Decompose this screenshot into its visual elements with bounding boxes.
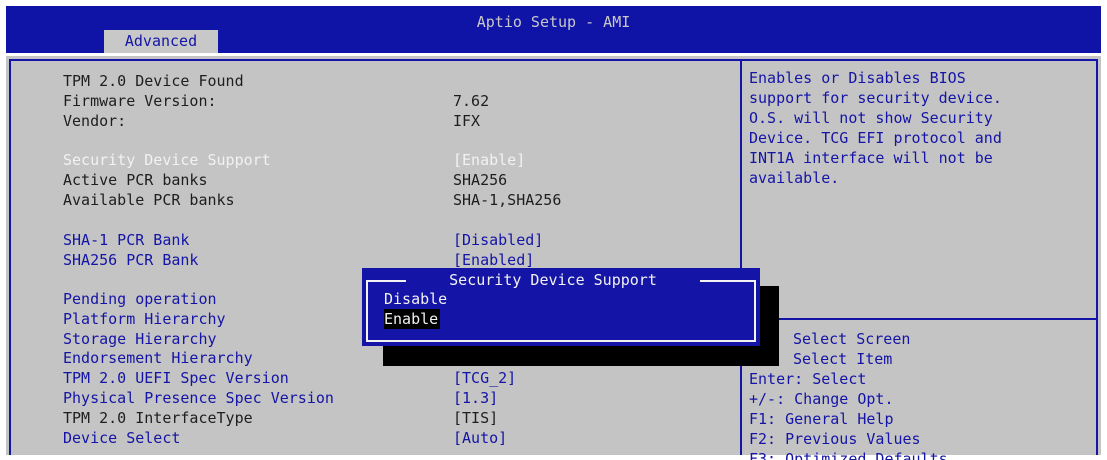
setting-label: SHA-1 PCR Bank (63, 231, 190, 249)
setting-label: Active PCR banks (63, 171, 208, 189)
key-select-item: Select Item (793, 350, 893, 368)
setting-label: Firmware Version: (63, 92, 217, 110)
setting-value[interactable]: [Disabled] (453, 230, 543, 250)
setting-label: Device Select (63, 429, 181, 447)
key-general-help: F1: General Help (749, 410, 894, 428)
setting-value: SHA256 (453, 171, 508, 189)
setting-label: Platform Hierarchy (63, 310, 226, 328)
key-legend: Select Screen Select Item Enter: Select … (749, 329, 1094, 460)
key-select-screen: Select Screen (793, 330, 911, 348)
setting-label: Endorsement Hierarchy (63, 349, 253, 367)
setting-label: TPM 2.0 InterfaceType (63, 409, 253, 427)
setting-value[interactable]: [Auto] (453, 428, 507, 448)
popup-frame (366, 280, 368, 342)
setting-label: Available PCR banks (63, 191, 235, 209)
help-keys-divider (742, 318, 1096, 320)
popup-title: Security Device Support (449, 271, 657, 289)
bios-screen: Aptio Setup - AMI Advanced TPM 2.0 Devic… (0, 0, 1107, 460)
setting-label: SHA256 PCR Bank (63, 251, 199, 269)
setting-value: [TIS] (453, 409, 499, 427)
setting-value[interactable]: [Enable] (453, 150, 525, 170)
setting-label: Security Device Support (63, 151, 271, 169)
setting-label: TPM 2.0 UEFI Spec Version (63, 369, 289, 387)
popup-option-disable[interactable]: Disable (384, 289, 447, 309)
popup-frame (754, 280, 756, 342)
key-enter: Enter: Select (749, 370, 867, 388)
setting-label: Pending operation (63, 290, 217, 308)
help-panel-divider (740, 61, 742, 455)
panel-border-left (9, 59, 11, 455)
popup-frame (700, 280, 756, 282)
setting-value: IFX (453, 112, 481, 130)
setting-label: Physical Presence Spec Version (63, 389, 334, 407)
setting-value[interactable]: [1.3] (453, 388, 498, 408)
setting-value[interactable]: [TCG_2] (453, 368, 516, 388)
panel-border-right (1096, 59, 1098, 455)
key-change-opt: +/-: Change Opt. (749, 390, 894, 408)
setting-label: Storage Hierarchy (63, 330, 217, 348)
setting-value[interactable]: [Enabled] (453, 250, 534, 270)
panel-border-top (9, 59, 1098, 61)
popup-frame (366, 280, 406, 282)
tab-advanced[interactable]: Advanced (104, 30, 218, 53)
key-previous-values: F2: Previous Values (749, 430, 921, 448)
popup-option-enable[interactable]: Enable (384, 309, 441, 329)
setting-label: Vendor: (63, 112, 127, 130)
popup-frame (366, 340, 756, 342)
setting-label: TPM 2.0 Device Found (63, 72, 244, 90)
help-description: Enables or Disables BIOS support for sec… (749, 69, 1002, 187)
setting-value: 7.62 (453, 92, 490, 110)
app-title: Aptio Setup - AMI (476, 13, 631, 31)
setting-value: SHA-1,SHA256 (453, 191, 562, 209)
